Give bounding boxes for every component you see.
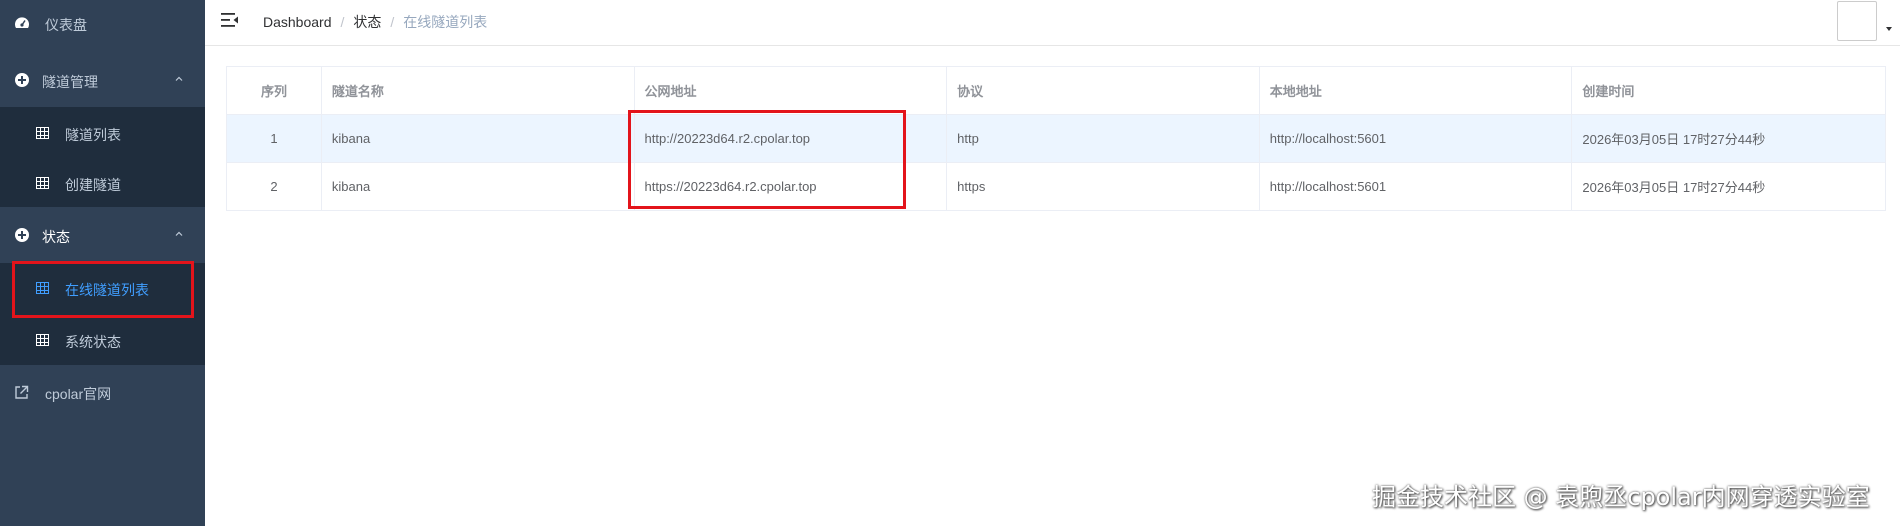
- avatar[interactable]: [1837, 1, 1877, 41]
- breadcrumb-separator: /: [390, 14, 395, 30]
- table-icon: [34, 332, 50, 348]
- navbar: Dashboard / 状态 / 在线隧道列表: [205, 0, 1900, 46]
- breadcrumb-dashboard[interactable]: Dashboard: [263, 14, 332, 30]
- sidebar-group-tunnel-management[interactable]: 隧道管理: [0, 60, 205, 100]
- caret-down-icon[interactable]: [1886, 27, 1892, 31]
- column-header: 公网地址: [635, 67, 948, 114]
- table-cell: http://localhost:5601: [1260, 163, 1573, 210]
- column-header: 隧道名称: [322, 67, 635, 114]
- circle-plus-icon: [14, 72, 30, 88]
- sidebar-item-tunnel-list[interactable]: 隧道列表: [0, 107, 205, 159]
- breadcrumb-status: 状态: [353, 14, 382, 30]
- sidebar-item-label: 状态: [42, 229, 70, 245]
- sidebar-item-cpolar-website[interactable]: cpolar官网: [0, 372, 205, 412]
- table-cell: 2: [227, 163, 322, 210]
- table-cell: 2026年03月05日 17时27分44秒: [1582, 180, 1766, 195]
- sidebar-item-label: 隧道列表: [65, 127, 121, 143]
- sidebar-item-label: 隧道管理: [42, 74, 98, 90]
- sidebar-item-label: 创建隧道: [65, 177, 121, 193]
- column-header: 协议: [947, 67, 1260, 114]
- highlight-box-sidebar: [12, 261, 194, 318]
- sidebar-item-dashboard[interactable]: 仪表盘: [0, 0, 205, 46]
- table-row[interactable]: 2 kibana https://20223d64.r2.cpolar.top …: [227, 163, 1885, 211]
- table-cell: 1: [227, 115, 322, 162]
- table-cell: 2026年03月05日 17时27分44秒: [1582, 132, 1766, 147]
- sidebar-group-status[interactable]: 状态: [0, 215, 205, 255]
- sidebar-item-label: cpolar官网: [45, 386, 112, 402]
- table-cell: http: [947, 115, 1260, 162]
- dashboard-icon: [14, 15, 30, 31]
- column-header: 序列: [227, 67, 322, 114]
- sidebar-item-label: 系统状态: [65, 334, 121, 350]
- chevron-up-icon: [175, 76, 183, 81]
- table-header-row: 序列 隧道名称 公网地址 协议 本地地址 创建时间: [227, 67, 1885, 115]
- watermark: 掘金技术社区 @ 袁煦丞cpolar内网穿透实验室: [1372, 483, 1870, 511]
- highlight-box-public-url: [628, 110, 906, 209]
- online-tunnels-table: 序列 隧道名称 公网地址 协议 本地地址 创建时间 1 kibana http:…: [226, 66, 1886, 211]
- column-header: 本地地址: [1260, 67, 1573, 114]
- sidebar-item-label: 仪表盘: [45, 17, 87, 33]
- breadcrumb-current: 在线隧道列表: [403, 14, 488, 30]
- hamburger-icon[interactable]: [221, 12, 239, 28]
- table-cell: http://localhost:5601: [1260, 115, 1573, 162]
- chevron-up-icon: [175, 231, 183, 236]
- table-cell: https: [947, 163, 1260, 210]
- sidebar-item-create-tunnel[interactable]: 创建隧道: [0, 159, 205, 207]
- table-cell: kibana: [322, 163, 635, 210]
- breadcrumb: Dashboard / 状态 / 在线隧道列表: [263, 12, 487, 32]
- external-link-icon: [13, 384, 29, 400]
- circle-plus-icon: [14, 227, 30, 243]
- table-icon: [34, 175, 50, 191]
- table-row[interactable]: 1 kibana http://20223d64.r2.cpolar.top h…: [227, 115, 1885, 163]
- breadcrumb-separator: /: [340, 14, 345, 30]
- table-cell: kibana: [322, 115, 635, 162]
- sidebar-item-system-status[interactable]: 系统状态: [0, 315, 205, 365]
- column-header: 创建时间: [1582, 84, 1635, 99]
- table-icon: [34, 125, 50, 141]
